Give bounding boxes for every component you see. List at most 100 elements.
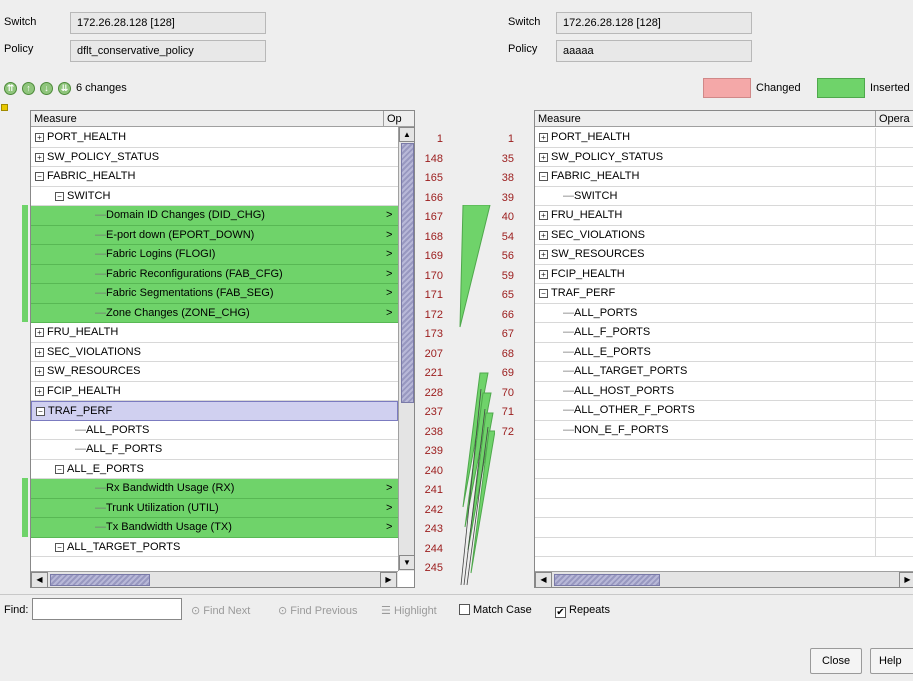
scroll-left-icon[interactable]: ◀	[535, 572, 552, 587]
left-line-number: 239	[424, 445, 443, 457]
left-tree-row[interactable]: − ALL_E_PORTS	[31, 460, 398, 479]
left-tree-row[interactable]: − ALL_TARGET_PORTS	[31, 538, 398, 557]
expand-icon[interactable]: +	[35, 133, 44, 142]
left-tree-row[interactable]: + FRU_HEALTH	[31, 323, 398, 343]
next-change-icon[interactable]: ↓	[40, 82, 53, 95]
left-tree-row[interactable]: + SW_RESOURCES	[31, 362, 398, 382]
left-change-mark[interactable]	[22, 205, 28, 322]
expand-icon[interactable]: +	[35, 328, 44, 337]
changes-count: 6 changes	[76, 82, 127, 94]
left-tree-row[interactable]: —Tx Bandwidth Usage (TX) >	[31, 518, 398, 538]
right-tree-row[interactable]: —NON_E_F_PORTS	[535, 420, 913, 440]
highlight-icon: ☰	[381, 605, 391, 617]
collapse-icon[interactable]: −	[55, 191, 64, 201]
scroll-right-icon[interactable]: ▶	[380, 572, 397, 587]
repeats-box[interactable]: ✔	[555, 607, 566, 618]
collapse-icon[interactable]: −	[539, 289, 548, 298]
right-tree-row[interactable]: —ALL_E_PORTS	[535, 342, 913, 362]
match-case-checkbox[interactable]: Match Case	[459, 604, 532, 616]
left-col-op[interactable]: Op	[383, 111, 403, 126]
collapse-icon[interactable]: −	[539, 172, 548, 181]
find-previous-button[interactable]: ⊙ Find Previous	[278, 604, 358, 617]
right-tree-row[interactable]: —ALL_OTHER_F_PORTS	[535, 401, 913, 421]
left-tree-row[interactable]: + SEC_VIOLATIONS	[31, 343, 398, 362]
first-change-icon[interactable]: ⇈	[4, 82, 17, 95]
right-tree-row[interactable]: —ALL_HOST_PORTS	[535, 381, 913, 401]
help-button[interactable]: Help	[870, 648, 913, 674]
previous-change-icon[interactable]: ↑	[22, 82, 35, 95]
left-tree-row[interactable]: − TRAF_PERF	[31, 401, 398, 421]
expand-icon[interactable]: +	[539, 133, 548, 142]
collapse-icon[interactable]: −	[55, 464, 64, 474]
right-tree-row[interactable]: + FCIP_HEALTH	[535, 264, 913, 284]
right-tree-row[interactable]: − TRAF_PERF	[535, 284, 913, 304]
right-tree-row[interactable]	[535, 518, 913, 538]
left-row-label: FRU_HEALTH	[47, 326, 119, 338]
scroll-right-icon[interactable]: ▶	[899, 572, 913, 587]
match-case-box[interactable]	[459, 604, 470, 615]
right-policy-field: aaaaa	[556, 40, 752, 62]
right-measure-tree[interactable]: Measure Opera + PORT_HEALTH + SW_POLICY_STA…	[534, 110, 913, 588]
left-hscroll-thumb[interactable]	[50, 574, 150, 586]
right-tree-row[interactable]: —ALL_F_PORTS	[535, 323, 913, 343]
find-next-button[interactable]: ⊙ Find Next	[191, 604, 250, 617]
expand-icon[interactable]: +	[35, 386, 44, 396]
left-tree-row[interactable]: —Fabric Logins (FLOGI) >	[31, 245, 398, 265]
left-tree-row[interactable]: —Trunk Utilization (UTIL) >	[31, 498, 398, 518]
expand-icon[interactable]: +	[539, 152, 548, 162]
expand-icon[interactable]: +	[539, 250, 548, 259]
expand-icon[interactable]: +	[539, 211, 548, 220]
left-tree-row[interactable]: —ALL_F_PORTS	[31, 440, 398, 460]
right-tree-row[interactable]	[535, 440, 913, 460]
right-tree-row[interactable]	[535, 498, 913, 518]
expand-icon[interactable]: +	[35, 347, 44, 357]
highlight-button[interactable]: ☰ Highlight	[381, 604, 437, 617]
right-tree-row[interactable]: —ALL_TARGET_PORTS	[535, 362, 913, 382]
repeats-checkbox[interactable]: ✔ Repeats	[555, 604, 610, 618]
right-tree-row[interactable]: + PORT_HEALTH	[535, 128, 913, 148]
collapse-icon[interactable]: −	[35, 172, 44, 181]
right-horizontal-scrollbar[interactable]: ◀ ▶	[535, 571, 913, 587]
find-input[interactable]	[32, 598, 182, 620]
right-col-measure[interactable]: Measure	[538, 113, 581, 125]
right-tree-row[interactable]	[535, 537, 913, 557]
last-change-icon[interactable]: ⇊	[58, 82, 71, 95]
scroll-left-icon[interactable]: ◀	[31, 572, 48, 587]
close-button[interactable]: Close	[810, 648, 862, 674]
right-tree-row[interactable]: + FRU_HEALTH	[535, 206, 913, 226]
left-tree-row[interactable]: —Rx Bandwidth Usage (RX) >	[31, 479, 398, 499]
left-tree-row[interactable]: —ALL_PORTS	[31, 421, 398, 440]
right-tree-row[interactable]: + SW_RESOURCES	[535, 245, 913, 265]
left-horizontal-scrollbar[interactable]: ◀ ▶	[31, 571, 398, 587]
collapse-icon[interactable]: −	[55, 542, 64, 552]
left-tree-row[interactable]: − FABRIC_HEALTH	[31, 167, 398, 187]
right-tree-row[interactable]: + SEC_VIOLATIONS	[535, 225, 913, 245]
left-change-mark[interactable]	[22, 478, 28, 537]
left-tree-row[interactable]: + PORT_HEALTH	[31, 128, 398, 148]
expand-icon[interactable]: +	[35, 152, 44, 162]
left-tree-row[interactable]: —Domain ID Changes (DID_CHG) >	[31, 206, 398, 226]
right-col-op[interactable]: Opera	[875, 111, 913, 126]
left-tree-row[interactable]: —E-port down (EPORT_DOWN) >	[31, 225, 398, 245]
left-tree-row[interactable]: + SW_POLICY_STATUS	[31, 148, 398, 167]
right-tree-row[interactable]: − FABRIC_HEALTH	[535, 167, 913, 187]
expand-icon[interactable]: +	[539, 269, 548, 279]
left-tree-row[interactable]: − SWITCH	[31, 187, 398, 206]
left-row-label: E-port down (EPORT_DOWN)	[106, 228, 255, 241]
right-tree-row[interactable]	[535, 479, 913, 499]
right-tree-row[interactable]: + SW_POLICY_STATUS	[535, 147, 913, 167]
right-hscroll-thumb[interactable]	[554, 574, 660, 586]
left-row-label: ALL_E_PORTS	[67, 462, 144, 475]
right-tree-row[interactable]	[535, 459, 913, 479]
right-tree-row[interactable]: —ALL_PORTS	[535, 303, 913, 323]
expand-icon[interactable]: +	[539, 230, 548, 240]
left-tree-row[interactable]: —Zone Changes (ZONE_CHG) >	[31, 303, 398, 323]
left-tree-row[interactable]: —Fabric Segmentations (FAB_SEG) >	[31, 284, 398, 304]
right-tree-row[interactable]: —SWITCH	[535, 186, 913, 206]
left-measure-tree[interactable]: Measure Op + PORT_HEALTH + SW_POLICY_STATUS…	[30, 110, 415, 588]
left-tree-row[interactable]: —Fabric Reconfigurations (FAB_CFG) >	[31, 264, 398, 284]
collapse-icon[interactable]: −	[36, 407, 45, 416]
expand-icon[interactable]: +	[35, 367, 44, 376]
left-tree-row[interactable]: + FCIP_HEALTH	[31, 382, 398, 401]
left-col-measure[interactable]: Measure	[34, 113, 77, 125]
